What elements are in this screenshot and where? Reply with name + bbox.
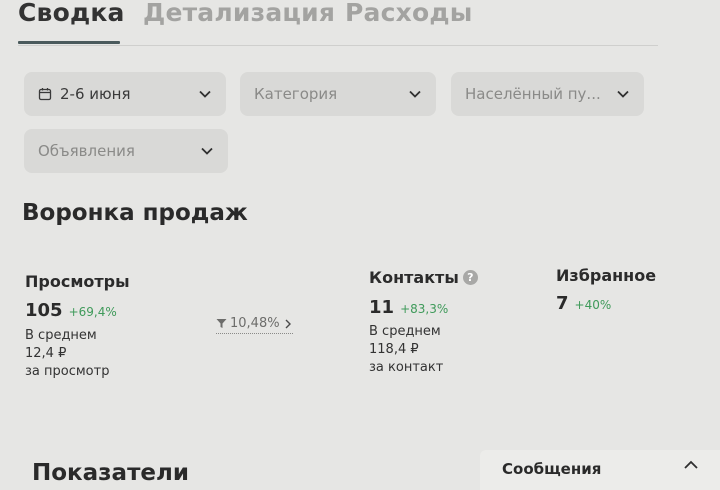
contacts-value: 11 [369, 297, 395, 318]
date-filter-label: 2-6 июня [60, 85, 131, 103]
views-avg-label: В среднем [25, 328, 97, 343]
active-tab-indicator [18, 41, 120, 44]
chevron-down-icon [201, 147, 213, 155]
funnel-icon [216, 319, 227, 328]
help-icon[interactable]: ? [462, 270, 478, 285]
views-value: 105 [25, 300, 63, 321]
chevron-down-icon [617, 90, 629, 98]
chevron-down-icon [409, 90, 421, 98]
contacts-average: В среднем 118,4 ₽ за контакт [369, 323, 443, 377]
views-delta: +69,4% [68, 305, 117, 319]
tabs-divider [18, 45, 658, 46]
views-title: Просмотры [25, 272, 130, 291]
favorites-value-row: 7 +40% [556, 293, 611, 314]
category-filter-label: Категория [254, 85, 338, 103]
tab-summary[interactable]: Сводка [18, 0, 125, 27]
category-filter[interactable]: Категория [240, 72, 436, 116]
contacts-delta: +83,3% [400, 302, 449, 316]
messages-panel: Сообщения [480, 450, 720, 490]
chevron-up-icon[interactable] [683, 457, 699, 473]
conversion-rate[interactable]: 10,48% [216, 316, 293, 334]
contacts-value-row: 11 +83,3% [369, 297, 448, 318]
views-avg-value: 12,4 ₽ [25, 346, 67, 361]
locality-filter[interactable]: Населённый пу... [451, 72, 644, 116]
date-filter[interactable]: 2-6 июня [24, 72, 226, 116]
funnel-title: Воронка продаж [22, 200, 248, 226]
tab-details[interactable]: Детализация [143, 0, 335, 27]
contacts-avg-label: В среднем [369, 324, 441, 339]
contacts-avg-value: 118,4 ₽ [369, 342, 419, 357]
chevron-right-icon [285, 319, 291, 328]
messages-label: Сообщения [502, 460, 602, 478]
favorites-title: Избранное [556, 266, 657, 285]
contacts-title-row: Контакты? [369, 268, 478, 287]
chevron-down-icon [199, 90, 211, 98]
favorites-delta: +40% [574, 298, 612, 312]
conversion-value: 10,48% [230, 316, 280, 331]
views-avg-unit: за просмотр [25, 364, 110, 379]
contacts-avg-unit: за контакт [369, 360, 444, 375]
locality-filter-label: Населённый пу... [465, 85, 601, 103]
ads-filter[interactable]: Объявления [24, 129, 228, 173]
contacts-title: Контакты [369, 268, 459, 287]
views-value-row: 105 +69,4% [25, 300, 117, 321]
views-average: В среднем 12,4 ₽ за просмотр [25, 327, 109, 381]
ads-filter-label: Объявления [38, 142, 135, 160]
calendar-icon [38, 88, 52, 101]
indicators-title: Показатели [32, 460, 189, 486]
favorites-value: 7 [556, 293, 569, 314]
tab-expenses[interactable]: Расходы [345, 0, 473, 27]
